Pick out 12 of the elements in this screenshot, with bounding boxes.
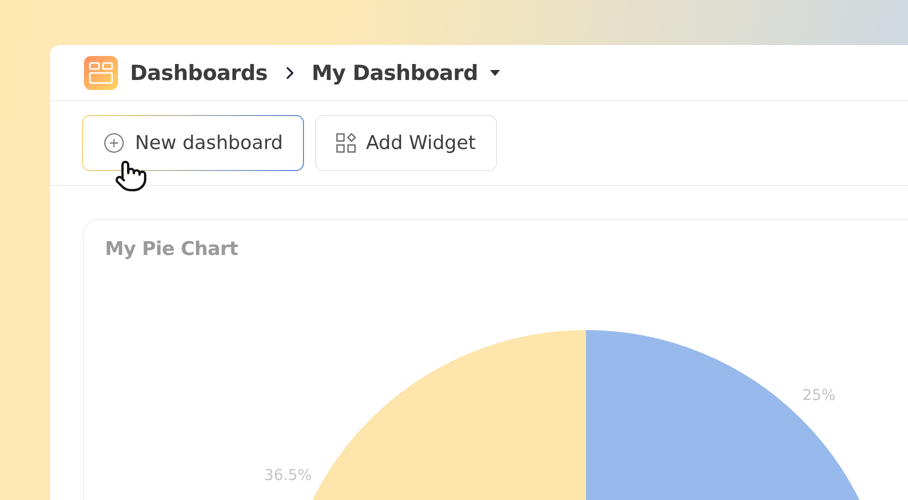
dashboard-logo-icon <box>84 56 118 90</box>
plus-circle-icon <box>103 132 125 154</box>
breadcrumb-item[interactable]: Dashboards <box>130 60 268 84</box>
slice-percent-label: 36.5% <box>264 466 312 484</box>
card-title: My Pie Chart <box>104 237 239 260</box>
widgets-icon <box>336 133 356 153</box>
hand-cursor-icon <box>114 159 148 193</box>
add-widget-button[interactable]: Add Widget <box>315 115 497 171</box>
breadcrumb-item[interactable]: My Dashboard <box>312 60 478 84</box>
slice-percent-label: 25% <box>802 386 836 404</box>
dropdown-caret-icon[interactable] <box>490 70 500 76</box>
new-dashboard-button[interactable]: New dashboard <box>82 115 304 171</box>
